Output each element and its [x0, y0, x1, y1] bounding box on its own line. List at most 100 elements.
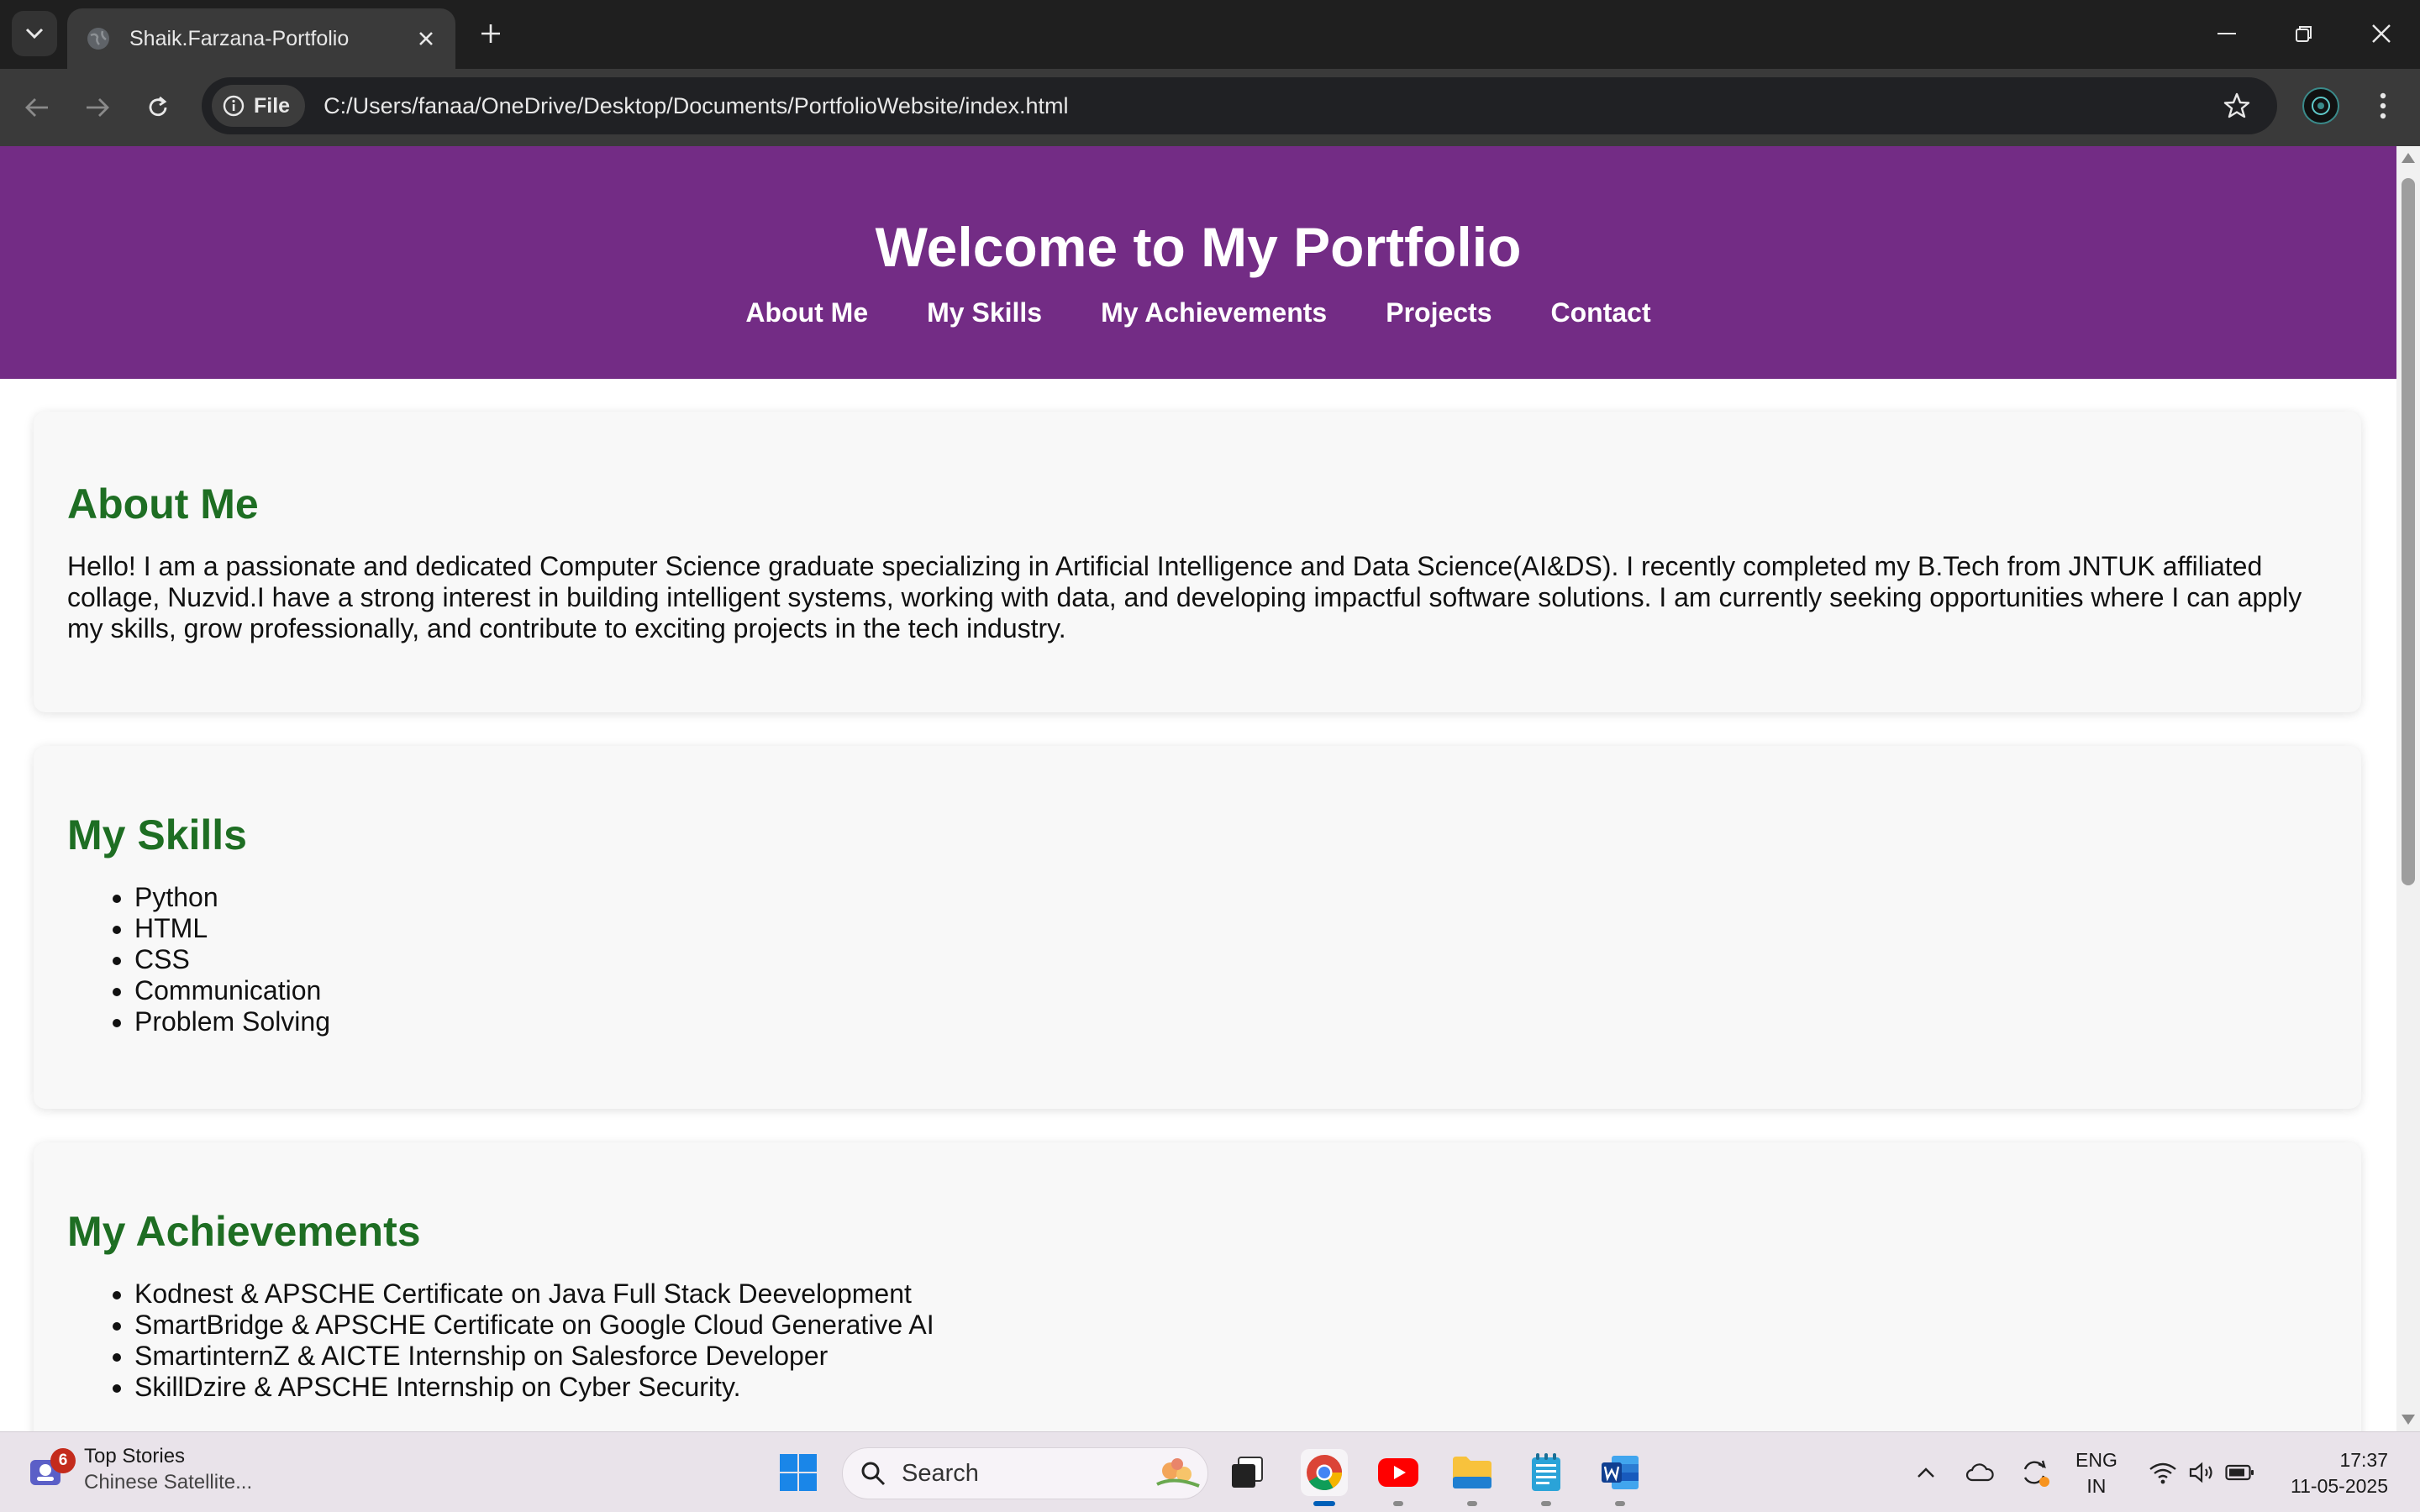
chevron-up-icon — [1918, 1467, 1934, 1478]
site-header: Welcome to My Portfolio About Me My Skil… — [0, 146, 2396, 379]
reload-icon — [149, 96, 167, 117]
show-hidden-icons-button[interactable] — [1911, 1449, 1941, 1496]
speaker-icon — [2189, 1462, 2212, 1483]
star-icon — [2223, 92, 2250, 118]
taskbar-word[interactable] — [1597, 1449, 1644, 1506]
reload-button[interactable] — [138, 87, 178, 128]
flower-decoration-icon — [1156, 1458, 1200, 1488]
news-subtitle: Chinese Satellite... — [84, 1471, 253, 1494]
browser-tab[interactable]: Shaik.Farzana-Portfolio — [67, 8, 455, 69]
about-section: About Me Hello! I am a passionate and de… — [34, 412, 2361, 712]
chevron-down-icon — [25, 28, 44, 39]
onedrive-button[interactable] — [1961, 1449, 1998, 1496]
skill-item: Problem Solving — [134, 1006, 2328, 1037]
taskbar: 6 Top Stories Chinese Satellite... Searc… — [0, 1431, 2420, 1512]
skill-item: Communication — [134, 975, 2328, 1006]
skills-heading: My Skills — [67, 811, 247, 858]
running-indicator — [1393, 1501, 1403, 1506]
sync-icon — [2023, 1460, 2049, 1487]
taskbar-notepad[interactable] — [1523, 1449, 1570, 1506]
battery-icon — [2225, 1464, 2254, 1481]
battery-button[interactable] — [2222, 1449, 2259, 1496]
running-indicator — [1615, 1501, 1625, 1506]
search-icon — [861, 1462, 886, 1486]
nav-link-achievements[interactable]: My Achievements — [1101, 297, 1327, 328]
close-icon — [2372, 24, 2391, 43]
scroll-thumb[interactable] — [2402, 178, 2415, 885]
achievement-item: SmartBridge & APSCHE Certificate on Goog… — [134, 1310, 2328, 1341]
language-code: ENG — [2075, 1449, 2118, 1471]
region-code: IN — [2086, 1475, 2107, 1497]
site-nav: About Me My Skills My Achievements Proje… — [0, 297, 2396, 328]
about-heading: About Me — [67, 480, 259, 528]
achievement-item: SkillDzire & APSCHE Internship on Cyber … — [134, 1372, 2328, 1403]
running-indicator — [1541, 1501, 1551, 1506]
page-viewport: Welcome to My Portfolio About Me My Skil… — [0, 146, 2396, 1431]
nav-link-skills[interactable]: My Skills — [927, 297, 1042, 328]
browser-tab-bar: Shaik.Farzana-Portfolio — [0, 0, 2420, 69]
news-icon: 6 — [25, 1446, 76, 1494]
globe-icon — [87, 28, 109, 50]
news-title: Top Stories — [84, 1445, 186, 1467]
task-view-button[interactable] — [1223, 1449, 1270, 1496]
achievements-section: My Achievements Kodnest & APSCHE Certifi… — [34, 1142, 2361, 1431]
taskbar-youtube[interactable] — [1375, 1449, 1422, 1506]
new-tab-button[interactable] — [472, 15, 509, 52]
chrome-icon — [1307, 1455, 1342, 1491]
cloud-icon — [1965, 1463, 1994, 1482]
active-indicator — [1313, 1501, 1335, 1506]
nav-link-contact[interactable]: Contact — [1551, 297, 1651, 328]
taskbar-chrome[interactable] — [1301, 1449, 1348, 1506]
start-button[interactable] — [775, 1449, 822, 1496]
minimize-icon — [2217, 33, 2236, 34]
skill-item: Python — [134, 882, 2328, 913]
back-button[interactable] — [17, 87, 57, 128]
tab-search-button[interactable] — [12, 11, 57, 56]
taskbar-file-explorer[interactable] — [1449, 1449, 1496, 1506]
windows-icon — [780, 1454, 817, 1491]
achievement-item: Kodnest & APSCHE Certificate on Java Ful… — [134, 1278, 2328, 1310]
page-scrollbar[interactable] — [2396, 146, 2420, 1431]
running-indicator — [1467, 1501, 1477, 1506]
skill-item: HTML — [134, 913, 2328, 944]
word-icon — [1602, 1456, 1639, 1489]
scroll-up-arrow[interactable] — [2402, 153, 2415, 163]
minimize-button[interactable] — [2202, 12, 2252, 55]
close-tab-icon[interactable] — [415, 28, 437, 50]
task-view-icon — [1232, 1457, 1263, 1488]
news-widget[interactable]: 6 Top Stories Chinese Satellite... — [25, 1444, 252, 1496]
bookmark-button[interactable] — [2220, 89, 2254, 123]
sync-status-button[interactable] — [2017, 1449, 2054, 1496]
wifi-button[interactable] — [2144, 1449, 2181, 1496]
more-vertical-icon — [2380, 92, 2386, 119]
info-icon — [223, 95, 245, 117]
arrow-left-icon — [25, 98, 48, 117]
system-clock[interactable]: 17:37 11-05-2025 — [2277, 1447, 2388, 1499]
forward-button[interactable] — [77, 87, 118, 128]
taskbar-search[interactable]: Search — [842, 1447, 1208, 1499]
youtube-icon — [1378, 1458, 1418, 1487]
achievements-list: Kodnest & APSCHE Certificate on Java Ful… — [67, 1278, 2328, 1403]
chip-label: File — [254, 93, 291, 118]
browser-menu-button[interactable] — [2368, 87, 2398, 124]
site-info-chip[interactable]: File — [212, 85, 306, 127]
clock-date: 11-05-2025 — [2291, 1475, 2388, 1497]
url-text[interactable]: C:/Users/fanaa/OneDrive/Desktop/Document… — [324, 93, 2220, 119]
folder-icon — [1453, 1457, 1491, 1488]
skill-item: CSS — [134, 944, 2328, 975]
skills-section: My Skills Python HTML CSS Communication … — [34, 746, 2361, 1109]
restore-icon — [2296, 26, 2312, 42]
achievement-item: SmartinternZ & AICTE Internship on Sales… — [134, 1341, 2328, 1372]
language-indicator[interactable]: ENG IN — [2075, 1447, 2118, 1499]
volume-button[interactable] — [2183, 1449, 2220, 1496]
close-window-button[interactable] — [2356, 12, 2407, 55]
achievements-heading: My Achievements — [67, 1208, 421, 1255]
arrow-right-icon — [87, 98, 109, 117]
scroll-down-arrow[interactable] — [2402, 1415, 2415, 1425]
skills-list: Python HTML CSS Communication Problem So… — [67, 882, 2328, 1037]
profile-avatar[interactable] — [2302, 87, 2339, 124]
nav-link-about[interactable]: About Me — [745, 297, 868, 328]
nav-link-projects[interactable]: Projects — [1386, 297, 1491, 328]
address-bar[interactable]: File C:/Users/fanaa/OneDrive/Desktop/Doc… — [202, 77, 2277, 134]
restore-button[interactable] — [2279, 12, 2329, 55]
